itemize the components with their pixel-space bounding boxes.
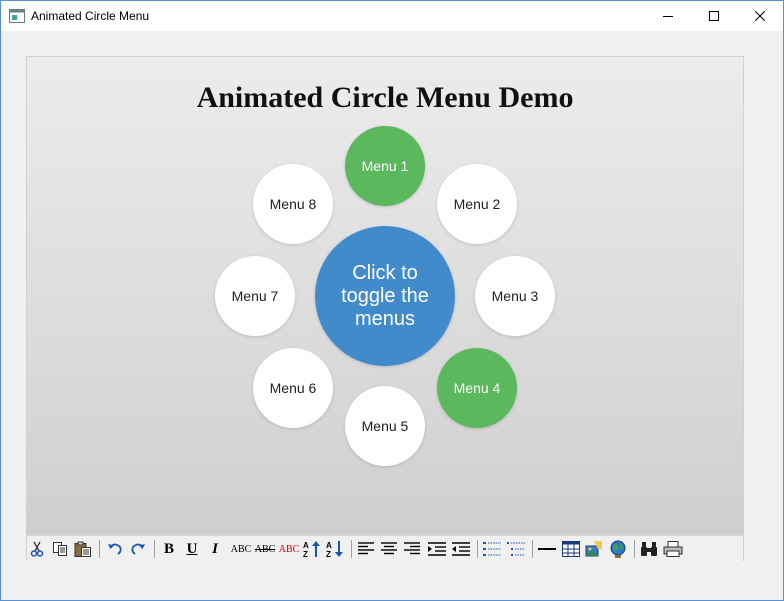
binoculars-icon [641, 542, 657, 556]
insert-link-button[interactable] [608, 539, 628, 559]
minimize-icon [663, 16, 673, 17]
maximize-icon [709, 11, 719, 21]
copy-button[interactable] [50, 539, 70, 559]
sort-descending-icon: AZ [326, 541, 343, 558]
menu-item-6[interactable]: Menu 6 [253, 348, 333, 428]
toolbar-separator [351, 540, 352, 558]
toolbar-separator [634, 540, 635, 558]
svg-text:Z: Z [326, 550, 331, 558]
italic-icon: I [212, 540, 218, 557]
strikethrough-icon: ABC [254, 543, 276, 555]
title-bar[interactable]: Animated Circle Menu [1, 1, 783, 31]
horizontal-rule-button[interactable] [537, 539, 557, 559]
svg-text:A: A [326, 541, 332, 550]
bold-icon: B [163, 540, 174, 557]
underline-icon: U [186, 540, 198, 557]
app-icon [9, 9, 25, 23]
horizontal-rule-icon [538, 548, 556, 550]
outdent-button[interactable] [451, 539, 471, 559]
globe-icon [610, 540, 626, 558]
paste-button[interactable] [73, 539, 93, 559]
editor-toolbar: B U I ABC ABC ABC AZ AZ [27, 535, 743, 561]
italic-button[interactable]: I [205, 539, 225, 559]
bullet-list-icon [507, 542, 525, 556]
svg-text:A: A [303, 541, 309, 550]
indent-icon [428, 542, 446, 556]
menu-item-4[interactable]: Menu 4 [437, 348, 517, 428]
menu-item-2[interactable]: Menu 2 [437, 164, 517, 244]
redo-button[interactable] [128, 539, 148, 559]
image-icon [585, 541, 602, 557]
sort-descending-button[interactable]: AZ [325, 539, 345, 559]
scissors-icon [30, 541, 44, 557]
font-normal-button[interactable]: ABC [229, 539, 253, 559]
browser-content: Animated Circle Menu Demo Menu 1 Menu 2 … [26, 56, 744, 561]
maximize-button[interactable] [691, 1, 737, 31]
svg-text:Z: Z [303, 550, 308, 558]
align-right-button[interactable] [402, 539, 422, 559]
align-center-icon [381, 542, 397, 555]
sort-ascending-icon: AZ [303, 541, 320, 558]
toolbar-separator [477, 540, 478, 558]
menu-item-label: Menu 7 [231, 288, 279, 304]
align-right-icon [404, 542, 420, 555]
page-title: Animated Circle Menu Demo [196, 81, 574, 114]
copy-icon [53, 542, 67, 556]
menu-item-label: Menu 6 [269, 380, 317, 396]
outdent-icon [452, 542, 470, 556]
strikethrough-button[interactable]: ABC [253, 539, 277, 559]
redo-icon [131, 543, 145, 555]
cut-button[interactable] [27, 539, 47, 559]
align-left-button[interactable] [356, 539, 376, 559]
font-color-button[interactable]: ABC [277, 539, 301, 559]
table-icon [562, 541, 580, 557]
menu-item-8[interactable]: Menu 8 [253, 164, 333, 244]
align-left-icon [358, 542, 374, 555]
demo-canvas: Animated Circle Menu Demo Menu 1 Menu 2 … [27, 57, 743, 535]
indent-button[interactable] [427, 539, 447, 559]
underline-button[interactable]: U [182, 539, 202, 559]
menu-item-7[interactable]: Menu 7 [215, 256, 295, 336]
menu-item-1[interactable]: Menu 1 [345, 126, 425, 206]
align-center-button[interactable] [379, 539, 399, 559]
insert-image-button[interactable] [584, 539, 604, 559]
menu-item-3[interactable]: Menu 3 [475, 256, 555, 336]
toggle-menus-button[interactable]: Click to toggle the menus [315, 226, 455, 366]
font-color-icon: ABC [278, 543, 300, 555]
bold-button[interactable]: B [159, 539, 179, 559]
menu-item-label: Menu 1 [361, 158, 409, 174]
undo-button[interactable] [105, 539, 125, 559]
toolbar-separator [532, 540, 533, 558]
menu-item-label: Menu 3 [491, 288, 539, 304]
bullet-list-button[interactable] [506, 539, 526, 559]
insert-table-button[interactable] [561, 539, 581, 559]
window-title: Animated Circle Menu [31, 9, 150, 23]
numbered-list-icon [483, 542, 501, 556]
toggle-menus-label: Click to toggle the menus [341, 261, 429, 330]
find-button[interactable] [639, 539, 659, 559]
print-button[interactable] [663, 539, 683, 559]
close-button[interactable] [737, 1, 783, 31]
menu-item-label: Menu 4 [453, 380, 501, 396]
app-window: Animated Circle Menu Animated Circle Men… [0, 0, 784, 601]
close-icon [755, 11, 765, 21]
undo-icon [108, 543, 122, 555]
printer-icon [663, 541, 683, 557]
menu-item-label: Menu 2 [453, 196, 501, 212]
abc-icon: ABC [230, 543, 252, 555]
menu-item-label: Menu 8 [269, 196, 317, 212]
menu-item-5[interactable]: Menu 5 [345, 386, 425, 466]
toolbar-separator [154, 540, 155, 558]
menu-item-label: Menu 5 [361, 418, 409, 434]
paste-icon [74, 541, 91, 557]
toolbar-separator [99, 540, 100, 558]
numbered-list-button[interactable] [482, 539, 502, 559]
sort-ascending-button[interactable]: AZ [302, 539, 322, 559]
minimize-button[interactable] [645, 1, 691, 31]
